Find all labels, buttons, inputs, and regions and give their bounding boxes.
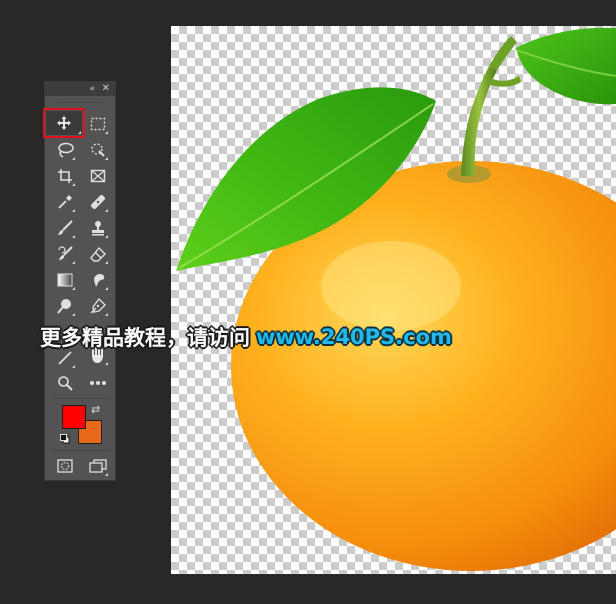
dodge-icon [57,299,71,314]
crop-tool[interactable] [54,165,76,187]
pen-icon [90,298,106,314]
history-brush-icon [58,246,73,260]
more-tools-icon [90,381,106,385]
eyedropper-tool[interactable] [54,191,76,213]
smudge-icon [94,274,105,287]
orange-image [176,27,616,571]
crop-icon [58,169,72,183]
smudge-tool[interactable] [87,269,109,291]
collapse-icon[interactable]: « [89,82,95,96]
document-canvas[interactable] [171,26,616,574]
eraser-icon [90,246,106,262]
quick-selection-icon [91,143,105,157]
healing-tool[interactable] [87,191,109,213]
move-icon [57,116,71,130]
default-colors-icon[interactable] [60,434,70,444]
dodge-tool[interactable] [54,295,76,317]
screen-mode-icon [89,459,107,473]
move-tool[interactable] [43,108,85,138]
watermark-url: www.240PS.com [256,325,452,349]
frame-tool[interactable] [87,165,109,187]
quick-mask-button[interactable] [54,455,76,477]
rectangular-marquee-icon [90,117,106,131]
gradient-tool[interactable] [54,269,76,291]
foreground-color-swatch[interactable] [62,405,86,429]
lasso-tool[interactable] [54,139,76,161]
watermark-banner: 更多精品教程，请访问 www.240PS.com [40,320,452,354]
gradient-icon [57,273,73,287]
frame-icon [90,169,106,183]
pen-tool[interactable] [87,295,109,317]
watermark-chinese-text: 更多精品教程，请访问 [40,326,250,350]
panel-divider [53,450,109,451]
brush-icon [58,220,73,235]
brush-tool[interactable] [54,217,76,239]
swap-colors-icon[interactable]: ⇄ [91,403,100,416]
healing-brush-icon [91,195,105,209]
history-brush-tool[interactable] [54,243,76,265]
zoom-tool[interactable] [54,372,76,394]
eraser-tool[interactable] [87,243,109,265]
marquee-tool[interactable] [87,113,109,135]
panel-divider [53,398,109,399]
more-tools[interactable] [87,372,109,394]
clone-stamp-icon [92,221,104,236]
panel-grip[interactable] [57,96,103,103]
zoom-icon [58,376,73,391]
screen-mode-button[interactable] [87,455,109,477]
close-icon[interactable]: ✕ [102,82,110,96]
quick-mask-icon [57,459,73,473]
quick-select-tool[interactable] [87,139,109,161]
tools-panel[interactable]: « ✕ ⇄ [43,81,116,481]
lasso-icon [58,142,74,158]
stamp-tool[interactable] [87,217,109,239]
eyedropper-icon [58,195,72,209]
panel-header[interactable]: « ✕ [45,82,115,96]
